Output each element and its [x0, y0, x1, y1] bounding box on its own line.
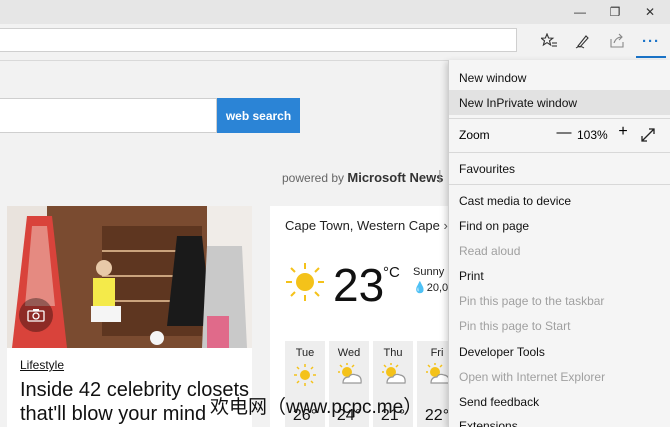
sun-icon	[286, 263, 324, 301]
address-bar[interactable]	[0, 28, 517, 52]
menu-read-aloud[interactable]: Read aloud	[449, 238, 670, 263]
title-bar: — ❐ ✕	[0, 0, 670, 24]
forecast-day-name: Tue	[295, 347, 315, 359]
star-list-icon	[541, 33, 557, 47]
web-note-button[interactable]	[568, 29, 598, 53]
menu-favourites[interactable]: Favourites	[449, 156, 670, 181]
weather-location-label: Cape Town, Western Cape	[285, 218, 440, 233]
sun-icon	[294, 364, 316, 386]
powered-brand[interactable]: Microsoft News	[347, 170, 443, 185]
menu-divider	[449, 152, 670, 153]
menu-pin-start[interactable]: Pin this page to Start	[449, 313, 670, 338]
powered-by: powered by Microsoft News	[282, 170, 443, 185]
menu-print[interactable]: Print	[449, 263, 670, 288]
news-category[interactable]: Lifestyle	[20, 358, 64, 372]
pen-icon	[575, 35, 589, 49]
search-input[interactable]	[0, 98, 217, 133]
menu-cast-media[interactable]: Cast media to device	[449, 188, 670, 213]
menu-send-feedback[interactable]: Send feedback	[449, 389, 670, 414]
more-actions-menu: New window New InPrivate window Zoom — 1…	[448, 60, 670, 427]
menu-divider	[449, 184, 670, 185]
precipitation-value: 20,0	[426, 282, 449, 294]
zoom-level: 103%	[577, 128, 608, 142]
fullscreen-icon[interactable]	[639, 126, 657, 144]
menu-open-with-ie[interactable]: Open with Internet Explorer	[449, 364, 670, 389]
more-actions-button[interactable]: ···	[636, 29, 666, 58]
raindrop-icon: 💧	[413, 282, 427, 294]
news-image[interactable]	[7, 206, 252, 348]
zoom-in-button[interactable]: +	[614, 123, 632, 143]
precipitation: 💧20,0	[413, 281, 448, 294]
favorites-hub-button[interactable]	[534, 29, 564, 53]
menu-divider	[449, 118, 670, 119]
zoom-out-button[interactable]: —	[555, 124, 573, 144]
menu-extensions[interactable]: Extensions	[449, 413, 670, 427]
menu-new-inprivate-window[interactable]: New InPrivate window	[449, 90, 670, 115]
share-button[interactable]	[602, 29, 632, 53]
menu-find-on-page[interactable]: Find on page	[449, 213, 670, 238]
close-window-button[interactable]: ✕	[632, 0, 668, 24]
partly-sunny-icon	[382, 363, 406, 384]
menu-pin-taskbar[interactable]: Pin this page to the taskbar	[449, 288, 670, 313]
partly-sunny-icon	[338, 363, 362, 384]
watermark-text: 欢电网（www.pcpc.me）	[210, 397, 423, 418]
temperature-unit[interactable]: °C	[383, 264, 400, 281]
maximize-button[interactable]: ❐	[597, 0, 633, 24]
current-temperature: 23	[333, 259, 385, 311]
forecast-day-name: Wed	[337, 347, 361, 359]
powered-separator: |	[438, 167, 442, 183]
powered-prefix: powered by	[282, 171, 345, 185]
browser-toolbar: ···	[0, 24, 670, 61]
zoom-label: Zoom	[459, 128, 490, 142]
share-icon	[610, 33, 624, 48]
web-search-button[interactable]: web search	[217, 98, 300, 133]
menu-developer-tools[interactable]: Developer Tools	[449, 339, 670, 364]
weather-condition: Sunny	[413, 266, 445, 278]
forecast-day-name: Thu	[383, 347, 403, 359]
minimize-button[interactable]: —	[562, 0, 598, 24]
weather-location[interactable]: Cape Town, Western Cape ›	[285, 218, 448, 233]
camera-icon	[19, 298, 53, 332]
menu-new-window[interactable]: New window	[449, 65, 670, 90]
